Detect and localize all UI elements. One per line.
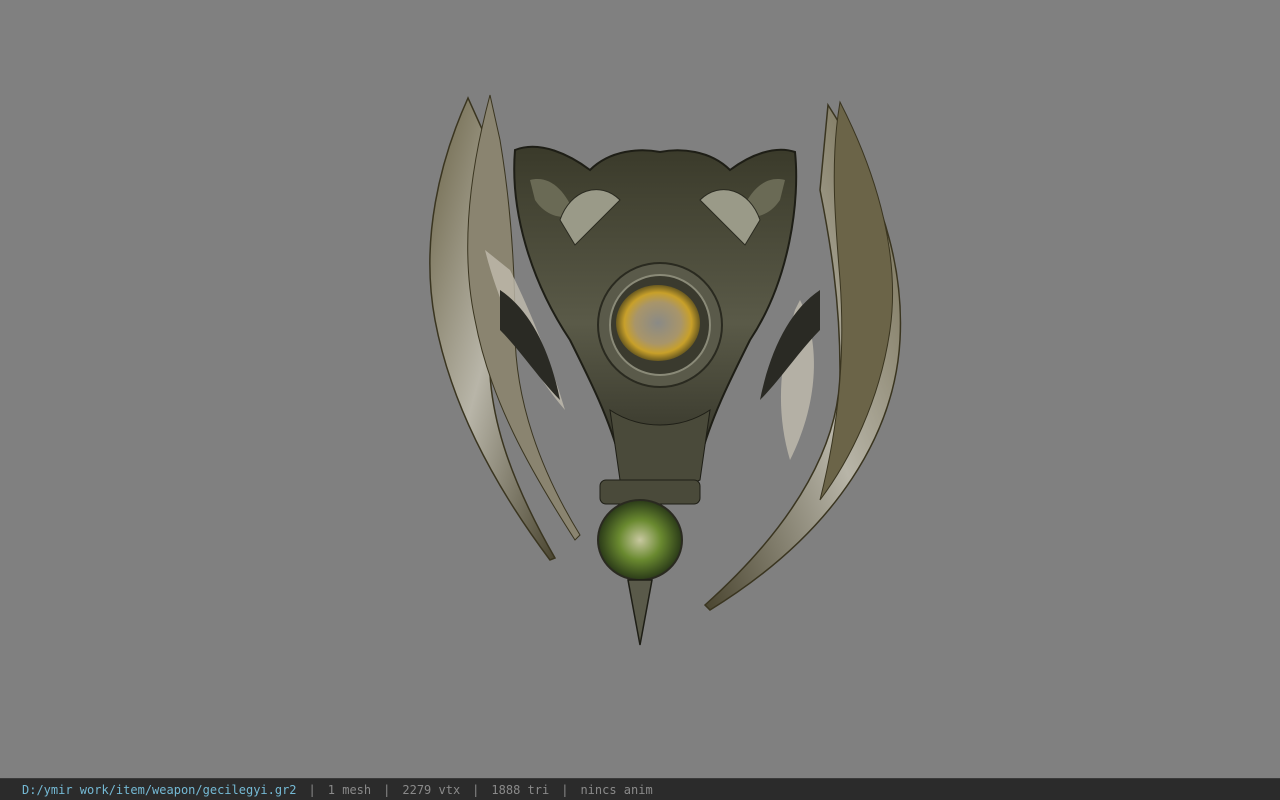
3d-viewport[interactable] (0, 0, 1280, 778)
separator: | (561, 782, 569, 797)
triangle-count: 1888 tri (491, 782, 550, 797)
mesh-count: 1 mesh (327, 782, 372, 797)
status-bar: D:/ymir work/item/weapon/gecilegyi.gr2 |… (0, 778, 1280, 800)
file-path: D:/ymir work/item/weapon/gecilegyi.gr2 (22, 782, 297, 797)
vertex-count: 2279 vtx (402, 782, 461, 797)
separator: | (308, 782, 316, 797)
separator: | (472, 782, 480, 797)
center-gem (597, 262, 723, 388)
pommel-orb (597, 479, 701, 646)
anim-status: nincs anim (580, 782, 653, 797)
separator: | (383, 782, 391, 797)
winged-shield-model (429, 94, 902, 646)
